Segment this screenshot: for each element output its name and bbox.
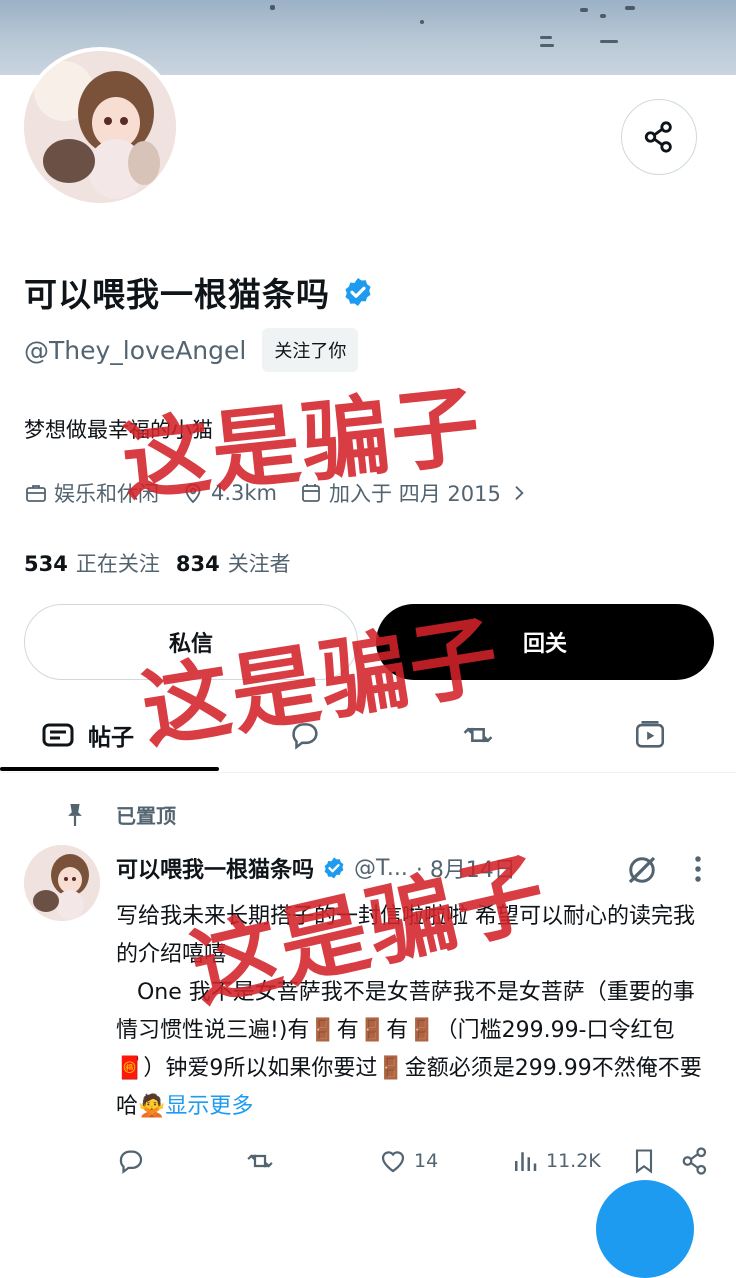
tab-replies[interactable]	[288, 700, 322, 770]
tweet-author-name[interactable]: 可以喂我一根猫条吗	[116, 852, 314, 884]
tab-posts-label: 帖子	[88, 725, 134, 751]
tweet-author-handle[interactable]: @T...	[354, 856, 408, 881]
like-button[interactable]: 14	[378, 1146, 438, 1176]
profile-handle: @They_loveAngel	[24, 335, 247, 365]
profile-bio: 梦想做最幸福的小猫	[24, 418, 213, 442]
tab-posts[interactable]: 帖子	[42, 700, 134, 770]
share-profile-button[interactable]	[621, 99, 697, 175]
profile-display-name: 可以喂我一根猫条吗	[24, 275, 330, 314]
reply-icon	[292, 723, 318, 750]
tweet-avatar[interactable]	[24, 845, 100, 921]
profile-joined-label: 加入于 四月 2015	[329, 482, 501, 506]
verified-badge-icon	[324, 857, 344, 879]
reply-icon	[119, 1150, 143, 1174]
profile-stats: 534 正在关注 834 关注者	[24, 548, 307, 578]
like-count: 14	[414, 1150, 439, 1172]
repost-icon	[247, 1154, 273, 1168]
briefcase-icon	[26, 485, 46, 502]
profile-location-label: 4.3km	[211, 481, 278, 505]
tweet-body-text: 写给我未来长期搭子的一封信啦啦啦 希望可以耐心的读完我的介绍嘻嘻 One 我不是…	[116, 904, 702, 1119]
profile-handle-row: @They_loveAngel 关注了你	[24, 328, 359, 372]
repost-icon	[463, 727, 493, 743]
following-label: 正在关注	[75, 552, 160, 576]
share-icon	[682, 1147, 707, 1175]
media-icon	[635, 720, 665, 748]
share-icon	[644, 121, 672, 153]
profile-category-label: 娱乐和休闲	[54, 482, 159, 506]
followers-label: 关注者	[227, 552, 291, 576]
following-count: 534	[24, 552, 68, 576]
compose-fab[interactable]	[596, 1180, 694, 1278]
tab-media[interactable]	[632, 700, 668, 770]
verified-badge-icon[interactable]	[342, 276, 374, 308]
tweet-date[interactable]: · 8月14日	[416, 852, 516, 884]
pinned-label: 已置顶	[116, 804, 176, 828]
follows-you-badge: 关注了你	[262, 328, 359, 372]
tab-reposts[interactable]	[460, 700, 496, 770]
following-stat[interactable]: 534 正在关注	[24, 548, 160, 578]
heart-icon	[381, 1151, 405, 1173]
repost-button[interactable]	[244, 1146, 282, 1176]
view-count: 11.2K	[546, 1150, 601, 1172]
followers-count: 834	[175, 552, 220, 576]
tweet-text: 写给我未来长期搭子的一封信啦啦啦 希望可以耐心的读完我的介绍嘻嘻 One 我不是…	[116, 898, 710, 1126]
pinned-indicator: 已置顶	[64, 800, 176, 829]
more-options-icon[interactable]	[690, 854, 706, 884]
show-more-link[interactable]: 显示更多	[165, 1094, 253, 1119]
views-chart-icon	[515, 1152, 537, 1171]
message-button[interactable]: 私信	[24, 604, 358, 680]
profile-name-row: 可以喂我一根猫条吗	[24, 268, 374, 316]
views-button[interactable]: 11.2K	[510, 1146, 601, 1176]
profile-location: 4.3km	[181, 481, 277, 505]
pin-icon	[68, 803, 82, 826]
tweet-actions: 14 11.2K	[116, 1146, 716, 1186]
follow-back-button[interactable]: 回关	[376, 604, 714, 680]
followers-stat[interactable]: 834 关注者	[176, 548, 291, 578]
profile-tabs: 帖子	[0, 700, 736, 773]
posts-icon	[42, 723, 74, 747]
bookmark-button[interactable]	[630, 1146, 664, 1176]
calendar-icon	[302, 484, 320, 502]
share-button[interactable]	[680, 1146, 716, 1176]
profile-category: 娱乐和休闲	[24, 478, 159, 508]
profile-avatar[interactable]	[20, 47, 180, 207]
active-tab-indicator	[0, 767, 219, 771]
reply-button[interactable]	[116, 1146, 152, 1176]
grok-icon[interactable]	[624, 852, 660, 888]
chevron-right-icon	[515, 486, 524, 500]
profile-joined[interactable]: 加入于 四月 2015	[299, 478, 535, 508]
location-pin-icon	[185, 483, 201, 504]
bookmark-icon	[635, 1149, 653, 1174]
profile-meta: 娱乐和休闲 4.3km 加入于 四月 2015	[24, 478, 557, 508]
